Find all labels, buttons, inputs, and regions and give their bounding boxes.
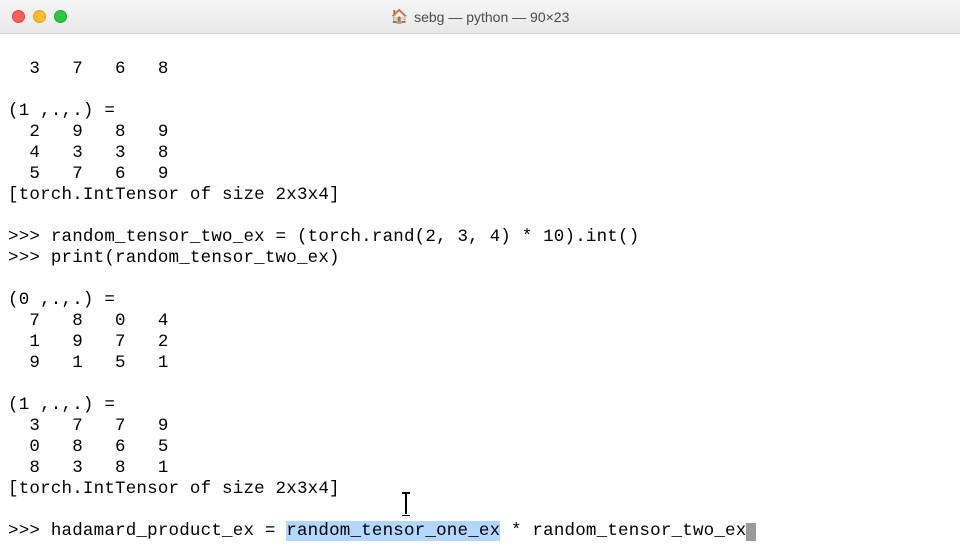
output-line: 8 3 8 1 (8, 458, 169, 478)
output-line: [torch.IntTensor of size 2x3x4] (8, 185, 340, 205)
output-line: (0 ,.,.) = (8, 290, 126, 310)
output-line: 3 7 6 8 (8, 59, 169, 79)
output-line: 2 9 8 9 (8, 122, 169, 142)
maximize-button[interactable] (54, 10, 67, 23)
window-title: 🏠 sebg — python — 90×23 (0, 8, 960, 25)
minimize-button[interactable] (33, 10, 46, 23)
window-title-text: sebg — python — 90×23 (414, 9, 569, 25)
repl-input-pre: hadamard_product_ex = (51, 521, 286, 541)
repl-prompt: >>> (8, 521, 51, 541)
output-line: 7 8 0 4 (8, 311, 169, 331)
close-button[interactable] (12, 10, 25, 23)
repl-prompt: >>> (8, 227, 51, 247)
repl-input-line: print(random_tensor_two_ex) (51, 248, 340, 268)
window-titlebar: 🏠 sebg — python — 90×23 (0, 0, 960, 34)
output-line: 5 7 6 9 (8, 164, 169, 184)
selected-text: random_tensor_one_ex (286, 521, 500, 541)
terminal-cursor (746, 523, 756, 541)
output-line: 1 9 7 2 (8, 332, 169, 352)
traffic-lights (12, 10, 67, 23)
terminal-output[interactable]: 3 7 6 8 (1 ,.,.) = 2 9 8 9 4 3 3 8 5 7 6… (0, 34, 960, 546)
repl-prompt: >>> (8, 248, 51, 268)
output-line: (1 ,.,.) = (8, 101, 126, 121)
output-line: 4 3 3 8 (8, 143, 169, 163)
output-line: [torch.IntTensor of size 2x3x4] (8, 479, 340, 499)
repl-input-post: * random_tensor_two_ex (500, 521, 746, 541)
home-icon: 🏠 (391, 8, 408, 25)
output-line: (1 ,.,.) = (8, 395, 126, 415)
repl-input-line: random_tensor_two_ex = (torch.rand(2, 3,… (51, 227, 640, 247)
output-line: 3 7 7 9 (8, 416, 169, 436)
output-line: 0 8 6 5 (8, 437, 169, 457)
output-line: 9 1 5 1 (8, 353, 169, 373)
